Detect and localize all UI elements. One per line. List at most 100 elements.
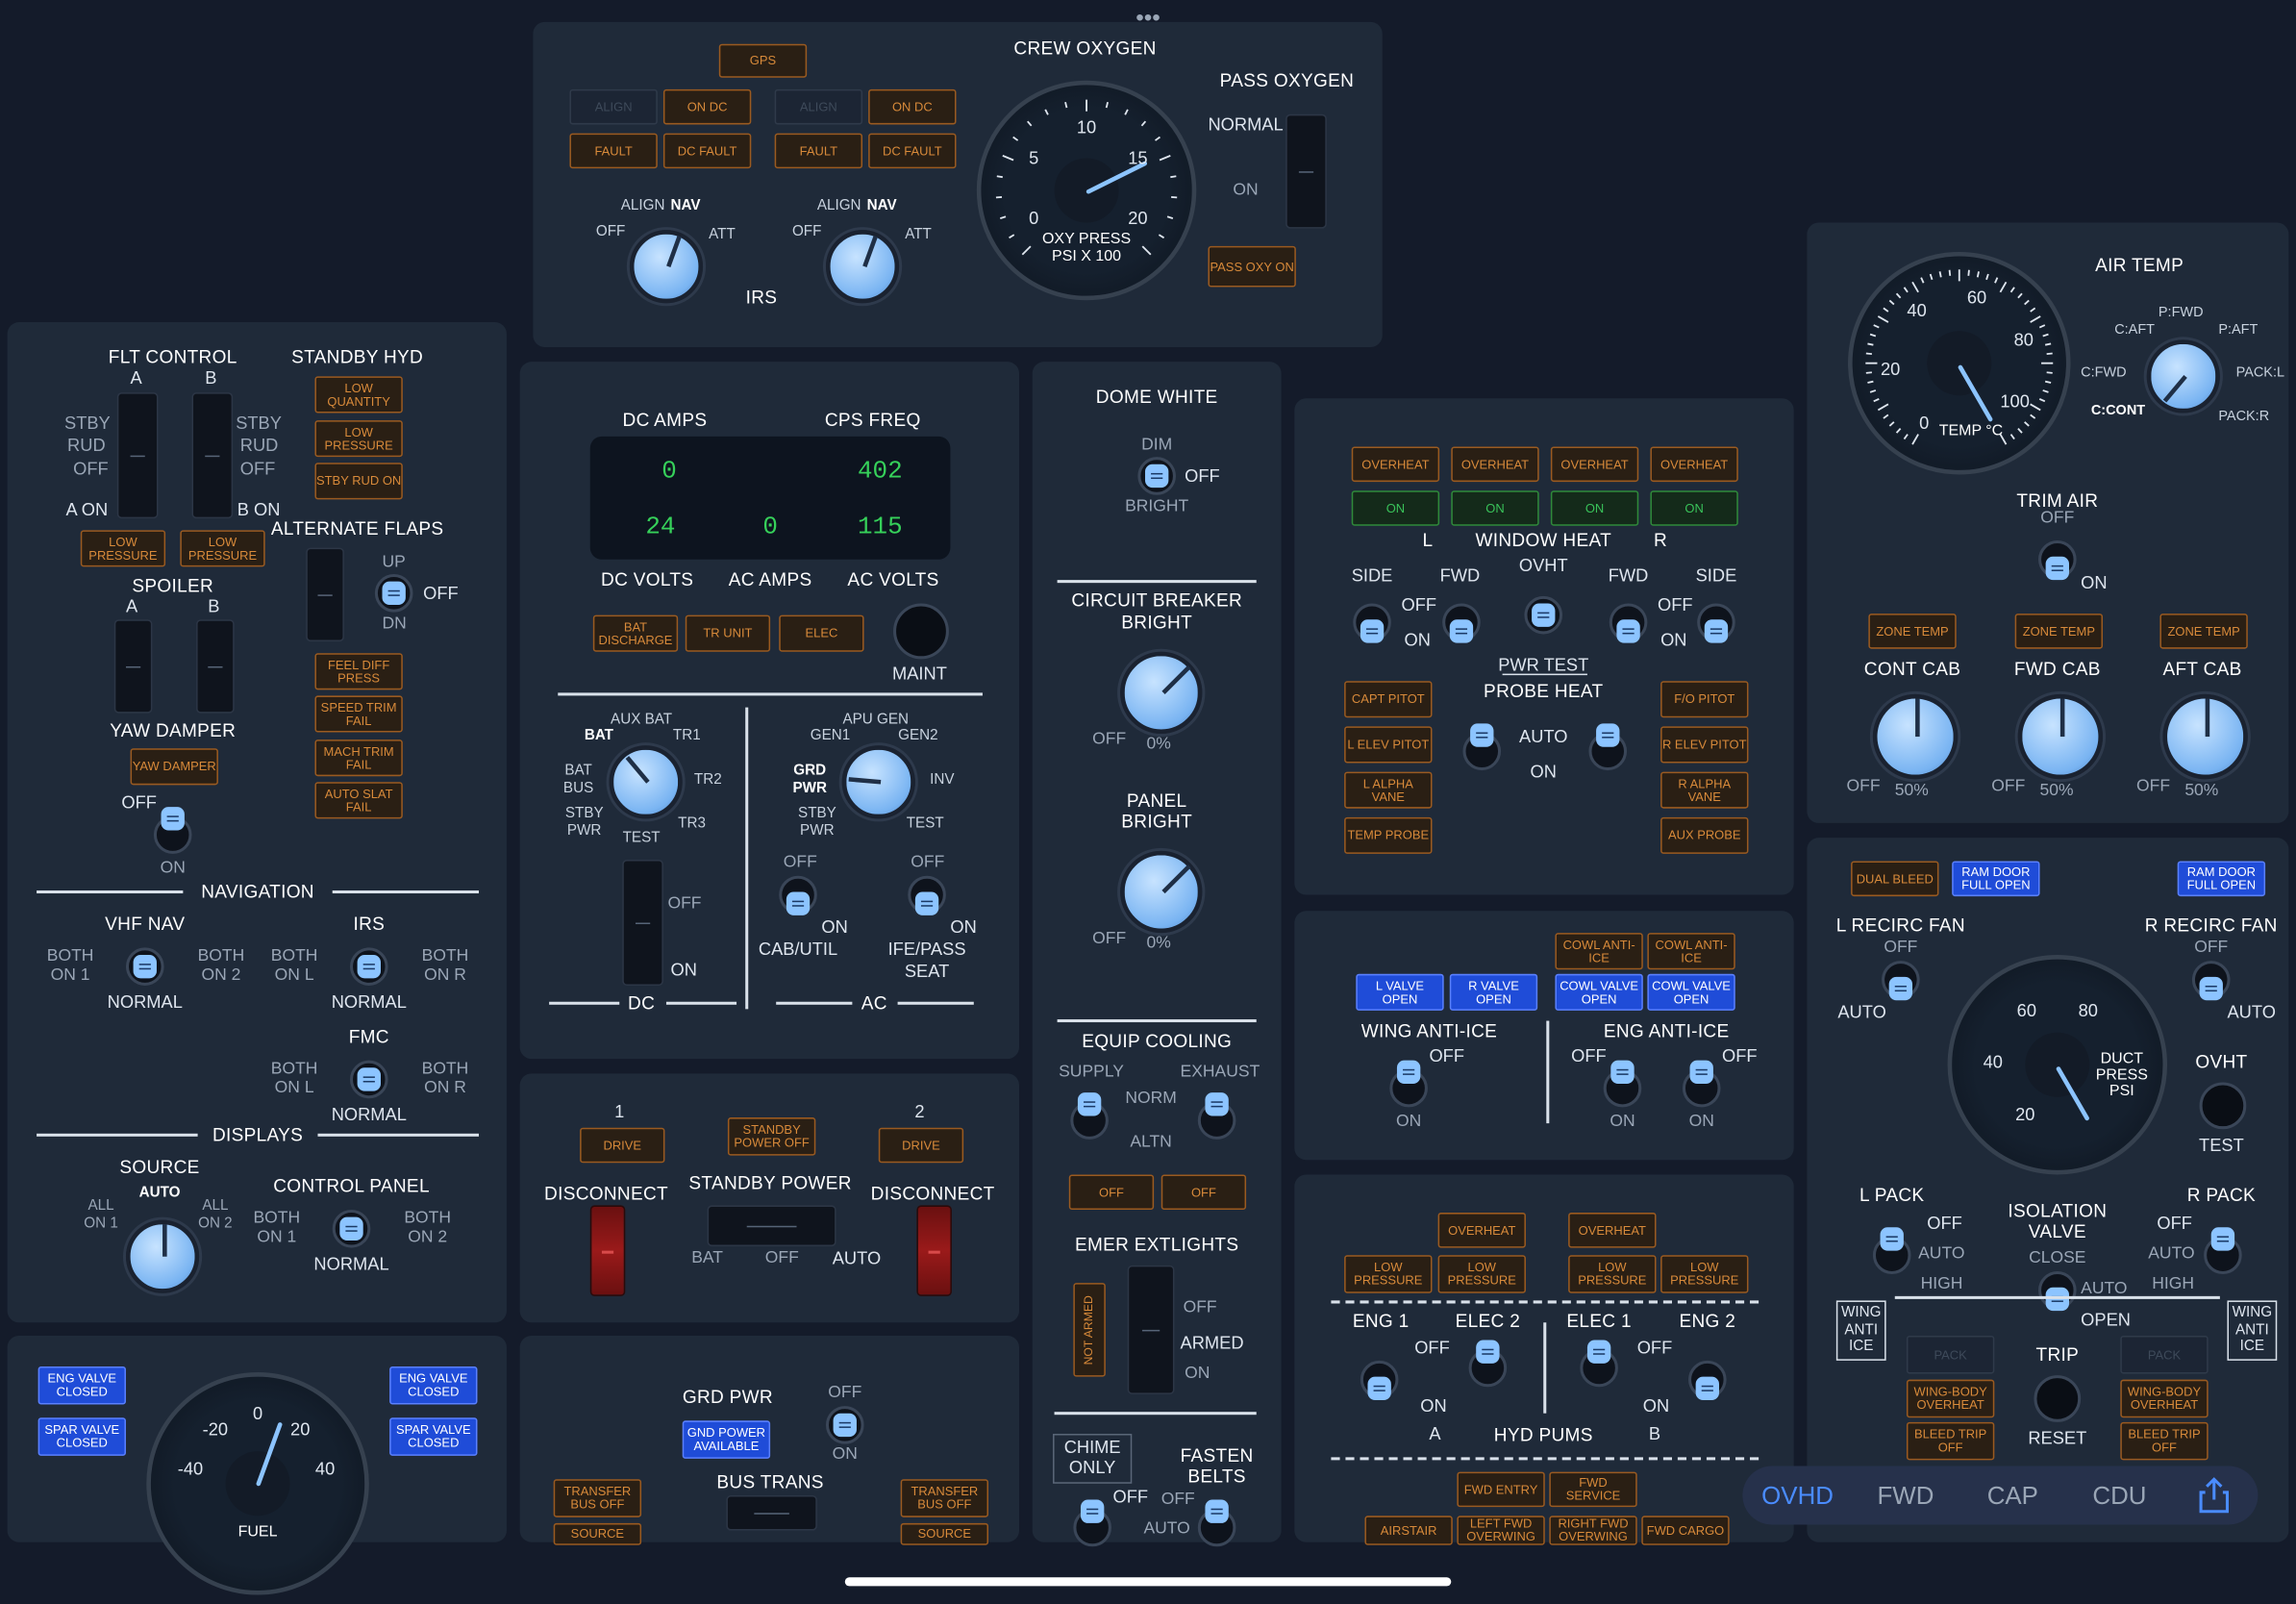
disconnect-2-guard[interactable]	[916, 1205, 952, 1296]
panel-brightness-knob[interactable]	[1120, 850, 1203, 934]
probe-heat-a-switch[interactable]	[1462, 723, 1502, 771]
display-source-knob[interactable]	[125, 1219, 200, 1293]
flt-control-a-switch[interactable]	[116, 392, 159, 519]
alternate-flaps-switch[interactable]	[374, 574, 413, 613]
ife-pass-seat-switch[interactable]	[908, 875, 946, 915]
tab-fwd[interactable]: FWD	[1877, 1482, 1934, 1511]
maint-button[interactable]	[893, 603, 949, 660]
tab-ovhd[interactable]: OVHD	[1761, 1482, 1834, 1511]
irs-left-mode-knob[interactable]	[629, 230, 704, 304]
probe-heat-b-switch[interactable]	[1588, 723, 1628, 771]
hyd-low-pressure-eng1: LOW PRESSURE	[1344, 1255, 1433, 1293]
battery-switch[interactable]	[622, 860, 663, 986]
zone-temp-cont-cab: ZONE TEMP	[1868, 614, 1957, 649]
window-heat-l-fwd-switch[interactable]	[1442, 603, 1481, 643]
yaw-damper-switch[interactable]	[153, 807, 192, 854]
equip-cooling-supply-switch[interactable]	[1070, 1092, 1109, 1140]
hyd-elec2-pump-switch[interactable]	[1468, 1340, 1508, 1388]
spoiler-a-switch[interactable]	[113, 619, 153, 714]
trim-air-switch[interactable]	[2038, 539, 2077, 581]
airstair-annunciator: AIRSTAIR	[1364, 1516, 1453, 1545]
hyd-eng2-pump-switch[interactable]	[1688, 1360, 1727, 1400]
temp-probe-annunciator: TEMP PROBE	[1344, 816, 1433, 854]
standby-hyd-title: STANDBY HYD	[291, 346, 424, 368]
window-heat-ovht-switch[interactable]	[1524, 595, 1563, 635]
share-icon[interactable]	[2193, 1475, 2234, 1516]
l-pack-annunciator: PACK	[1906, 1335, 1995, 1374]
l-alpha-vane-annunciator: L ALPHA VANE	[1344, 771, 1433, 809]
l-recirc-fan-switch[interactable]	[1882, 961, 1920, 1001]
gauge-tick	[999, 215, 1007, 220]
cab-util-switch[interactable]	[779, 875, 817, 915]
hyd-overheat-1: OVERHEAT	[1437, 1213, 1526, 1248]
hyd-eng1-pump-switch[interactable]	[1360, 1360, 1399, 1400]
cont-cab-temp-knob[interactable]	[1872, 693, 1959, 780]
alternate-flaps-arm-switch[interactable]	[306, 547, 344, 642]
ovht-test-button[interactable]	[2199, 1082, 2247, 1130]
spoiler-b-switch[interactable]	[196, 619, 235, 714]
window-heat-l-side-switch[interactable]	[1353, 603, 1391, 643]
wing-body-overheat-left: WING-BODY OVERHEAT	[1906, 1379, 1995, 1418]
air-temp-source-knob[interactable]	[2146, 339, 2220, 414]
eng-1-anti-ice-switch[interactable]	[1603, 1060, 1642, 1108]
l-pack-switch[interactable]	[1872, 1227, 1911, 1275]
menu-dots[interactable]: •••	[1136, 6, 1160, 33]
dc-fault-annunciator-left: DC FAULT	[662, 133, 752, 169]
dc-meter-selector-knob[interactable]	[609, 745, 683, 819]
dual-bleed-annunciator: DUAL BLEED	[1851, 861, 1939, 897]
right-fwd-overwing-annunciator: RIGHT FWD OVERWING	[1549, 1516, 1637, 1545]
chime-switch[interactable]	[1073, 1499, 1111, 1547]
vhf-nav-switch[interactable]	[125, 947, 164, 986]
window-heat-r-side-switch[interactable]	[1697, 603, 1735, 643]
fmc-transfer-switch[interactable]	[349, 1060, 388, 1099]
gauge-tick	[1877, 403, 1889, 412]
wing-anti-ice-switch[interactable]	[1389, 1060, 1428, 1108]
fwd-cab-temp-knob[interactable]	[2017, 693, 2104, 780]
trip-reset-button[interactable]	[2034, 1375, 2082, 1422]
irs-transfer-switch[interactable]	[349, 947, 388, 986]
dome-light-switch[interactable]	[1137, 457, 1176, 495]
tab-cdu[interactable]: CDU	[2092, 1482, 2146, 1511]
eng-valve-closed-right: ENG VALVE CLOSED	[389, 1366, 478, 1405]
fasten-belts-switch[interactable]	[1197, 1499, 1236, 1547]
ac-meter-selector-knob[interactable]	[841, 745, 915, 819]
window-heat-r-fwd-switch[interactable]	[1609, 603, 1648, 643]
gauge-tick	[2009, 434, 2015, 440]
gauge-tick	[1873, 398, 1880, 403]
r-pack-switch[interactable]	[2204, 1227, 2242, 1275]
on-dc-annunciator-left: ON DC	[662, 88, 752, 125]
window-heat-on-1: ON	[1351, 490, 1440, 526]
gauge-tick	[1140, 120, 1147, 127]
not-armed-annunciator: NOT ARMED	[1073, 1283, 1106, 1377]
bus-transfer-switch[interactable]	[726, 1494, 817, 1531]
crew-oxygen-title: CREW OXYGEN	[1013, 38, 1157, 59]
window-overheat-1: OVERHEAT	[1351, 446, 1440, 483]
tab-cap[interactable]: CAP	[1987, 1482, 2038, 1511]
eng-2-anti-ice-switch[interactable]	[1682, 1060, 1721, 1108]
standby-power-switch[interactable]	[707, 1205, 836, 1247]
aft-cab-temp-knob[interactable]	[2162, 693, 2248, 780]
hyd-elec1-pump-switch[interactable]	[1580, 1340, 1618, 1388]
control-panel-switch[interactable]	[332, 1209, 371, 1248]
flt-control-b-switch[interactable]	[191, 392, 234, 519]
gauge-tick	[1967, 269, 1970, 276]
gauge-tick	[1911, 434, 1919, 445]
r-recirc-fan-switch[interactable]	[2191, 961, 2231, 1001]
l-valve-open-annunciator: L VALVE OPEN	[1356, 973, 1444, 1011]
gauge-tick	[2030, 315, 2041, 323]
control-panel-title: CONTROL PANEL	[273, 1175, 430, 1197]
equip-cooling-exhaust-switch[interactable]	[1197, 1092, 1236, 1140]
fault-annunciator-right: FAULT	[774, 133, 863, 169]
displays-title: DISPLAYS	[212, 1124, 304, 1145]
irs-right-mode-knob[interactable]	[825, 230, 900, 304]
pass-oxygen-switch[interactable]	[1285, 113, 1327, 229]
isolation-valve-switch[interactable]	[2038, 1270, 2077, 1312]
gauge-tick	[1869, 389, 1877, 393]
circuit-breaker-brightness-knob[interactable]	[1120, 651, 1203, 735]
disconnect-1-guard[interactable]	[589, 1205, 626, 1296]
gauge-tick	[996, 175, 1003, 179]
gauge-tick	[1166, 215, 1174, 220]
emergency-exit-lights-switch[interactable]	[1127, 1265, 1175, 1394]
gauge-tick	[1883, 307, 1889, 313]
ground-power-switch[interactable]	[825, 1406, 864, 1444]
